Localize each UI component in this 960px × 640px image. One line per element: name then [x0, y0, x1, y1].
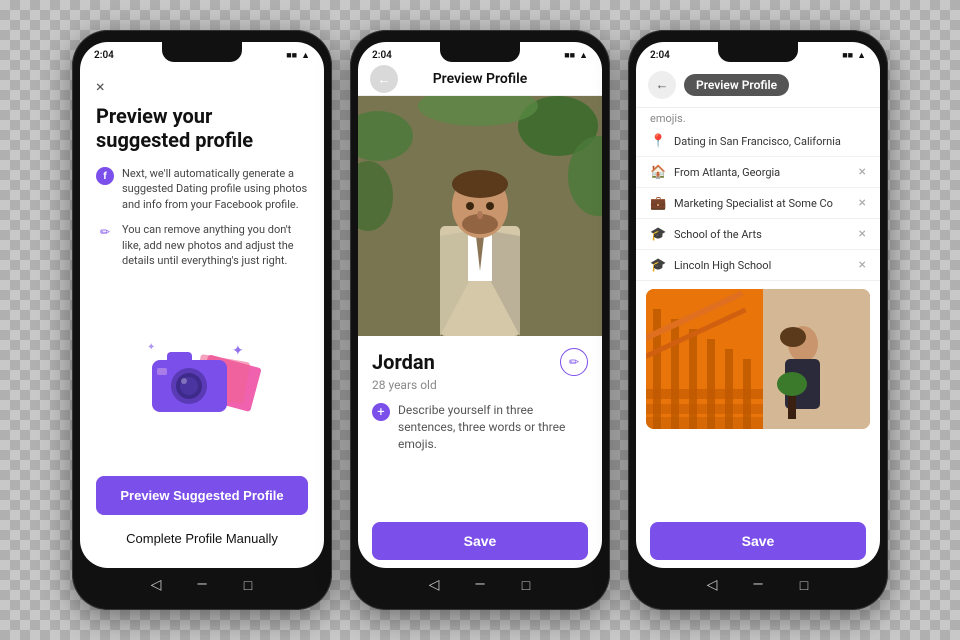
- remove-college-button[interactable]: ×: [859, 226, 866, 242]
- detail-row-location: 📍 Dating in San Francisco, California: [636, 127, 880, 157]
- back-nav-icon-2[interactable]: ◁: [425, 576, 443, 594]
- phone3-bottom-bar: ◁ — □: [636, 568, 880, 598]
- home-nav-icon-2[interactable]: —: [471, 576, 489, 594]
- wifi-icon-3: ▲: [857, 50, 866, 61]
- detail-text-from: From Atlanta, Georgia: [674, 166, 851, 179]
- home-icon: 🏠: [650, 165, 666, 180]
- phone2-header: ← Preview Profile: [358, 65, 602, 96]
- remove-job-button[interactable]: ×: [859, 195, 866, 211]
- complete-profile-manually-button[interactable]: Complete Profile Manually: [96, 521, 308, 556]
- svg-text:✦: ✦: [232, 343, 244, 359]
- info-row-1: f Next, we'll automatically generate a s…: [96, 166, 308, 212]
- home-nav-icon-3[interactable]: —: [749, 576, 767, 594]
- phone2-bottom-bar: ◁ — □: [358, 568, 602, 598]
- back-nav-icon-3[interactable]: ◁: [703, 576, 721, 594]
- home-nav-icon-1[interactable]: —: [193, 576, 211, 594]
- info-row-2: ✏ You can remove anything you don't like…: [96, 222, 308, 268]
- profile-name: Jordan: [372, 350, 435, 374]
- phone-3-screen: 2:04 ■■ ▲ ← Preview Profile emojis. 📍 Da…: [636, 42, 880, 568]
- preview-suggested-profile-button[interactable]: Preview Suggested Profile: [96, 476, 308, 515]
- info-text-2: You can remove anything you don't like, …: [122, 222, 308, 268]
- remove-from-button[interactable]: ×: [859, 164, 866, 180]
- phone-notch-1: [162, 42, 242, 62]
- phone1-title: Preview your suggested profile: [96, 104, 308, 152]
- profile-name-row: Jordan ✏: [372, 348, 588, 376]
- staircase-svg: [646, 289, 870, 429]
- square-nav-icon-2[interactable]: □: [517, 576, 535, 594]
- status-icons-2: ■■ ▲: [564, 50, 588, 61]
- camera-illustration: ✦ ✦: [96, 278, 308, 476]
- profile-age: 28 years old: [372, 378, 588, 392]
- back-button-3[interactable]: ←: [648, 71, 676, 99]
- phone-notch-2: [440, 42, 520, 62]
- phone-2: 2:04 ■■ ▲ ← Preview Profile: [350, 30, 610, 610]
- bio-row: + Describe yourself in three sentences, …: [372, 402, 588, 514]
- edit-icon[interactable]: ✏: [560, 348, 588, 376]
- detail-row-highschool: 🎓 Lincoln High School ×: [636, 250, 880, 281]
- detail-text-job: Marketing Specialist at Some Co: [674, 197, 851, 210]
- phone-1: 2:04 ■■ ▲ × Preview your suggested profi…: [72, 30, 332, 610]
- detail-text-highschool: Lincoln High School: [674, 259, 851, 272]
- detail-row-job: 💼 Marketing Specialist at Some Co ×: [636, 188, 880, 219]
- back-nav-icon-1[interactable]: ◁: [147, 576, 165, 594]
- status-icons-3: ■■ ▲: [842, 50, 866, 61]
- status-time-2: 2:04: [372, 50, 392, 61]
- briefcase-icon: 💼: [650, 196, 666, 211]
- phone-notch-3: [718, 42, 798, 62]
- battery-icon-3: ■■: [842, 50, 853, 61]
- pencil-icon: ✏: [96, 223, 114, 241]
- phone2-info: Jordan ✏ 28 years old + Describe yoursel…: [358, 336, 602, 568]
- phone3-second-photo: [646, 289, 870, 429]
- phone1-bottom-bar: ◁ — □: [80, 568, 324, 598]
- phone1-content: × Preview your suggested profile f Next,…: [80, 65, 324, 568]
- square-nav-icon-1[interactable]: □: [239, 576, 257, 594]
- phone-1-screen: 2:04 ■■ ▲ × Preview your suggested profi…: [80, 42, 324, 568]
- detail-row-college: 🎓 School of the Arts ×: [636, 219, 880, 250]
- phone3-scroll-area: emojis. 📍 Dating in San Francisco, Calif…: [636, 108, 880, 514]
- location-icon: 📍: [650, 134, 666, 149]
- detail-text-college: School of the Arts: [674, 228, 851, 241]
- phone3-header: ← Preview Profile: [636, 65, 880, 108]
- phone2-header-title: Preview Profile: [433, 71, 528, 87]
- wifi-icon-2: ▲: [579, 50, 588, 61]
- remove-highschool-button[interactable]: ×: [859, 257, 866, 273]
- status-icons-1: ■■ ▲: [286, 50, 310, 61]
- phone-3: 2:04 ■■ ▲ ← Preview Profile emojis. 📍 Da…: [628, 30, 888, 610]
- camera-svg: ✦ ✦: [137, 330, 267, 425]
- square-nav-icon-3[interactable]: □: [795, 576, 813, 594]
- phone2-photo: [358, 96, 602, 336]
- status-time-3: 2:04: [650, 50, 670, 61]
- wifi-icon-1: ▲: [301, 50, 310, 61]
- profile-photo-svg: [358, 96, 602, 336]
- back-arrow-2[interactable]: ←: [370, 65, 398, 93]
- phone3-save-area: Save: [636, 514, 880, 568]
- svg-text:✦: ✦: [147, 342, 155, 353]
- save-button-2[interactable]: Save: [372, 522, 588, 560]
- preview-profile-badge: Preview Profile: [684, 74, 789, 96]
- plus-icon[interactable]: +: [372, 403, 390, 421]
- status-time-1: 2:04: [94, 50, 114, 61]
- detail-row-from: 🏠 From Atlanta, Georgia ×: [636, 157, 880, 188]
- graduation-icon-1: 🎓: [650, 227, 666, 242]
- bio-placeholder-text[interactable]: Describe yourself in three sentences, th…: [398, 402, 588, 452]
- facebook-icon: f: [96, 167, 114, 185]
- battery-icon-2: ■■: [564, 50, 575, 61]
- close-button[interactable]: ×: [96, 77, 308, 96]
- save-button-3[interactable]: Save: [650, 522, 866, 560]
- phone-2-screen: 2:04 ■■ ▲ ← Preview Profile: [358, 42, 602, 568]
- emojis-label: emojis.: [636, 108, 880, 127]
- graduation-icon-2: 🎓: [650, 258, 666, 273]
- detail-text-location: Dating in San Francisco, California: [674, 135, 866, 148]
- battery-icon-1: ■■: [286, 50, 297, 61]
- info-text-1: Next, we'll automatically generate a sug…: [122, 166, 308, 212]
